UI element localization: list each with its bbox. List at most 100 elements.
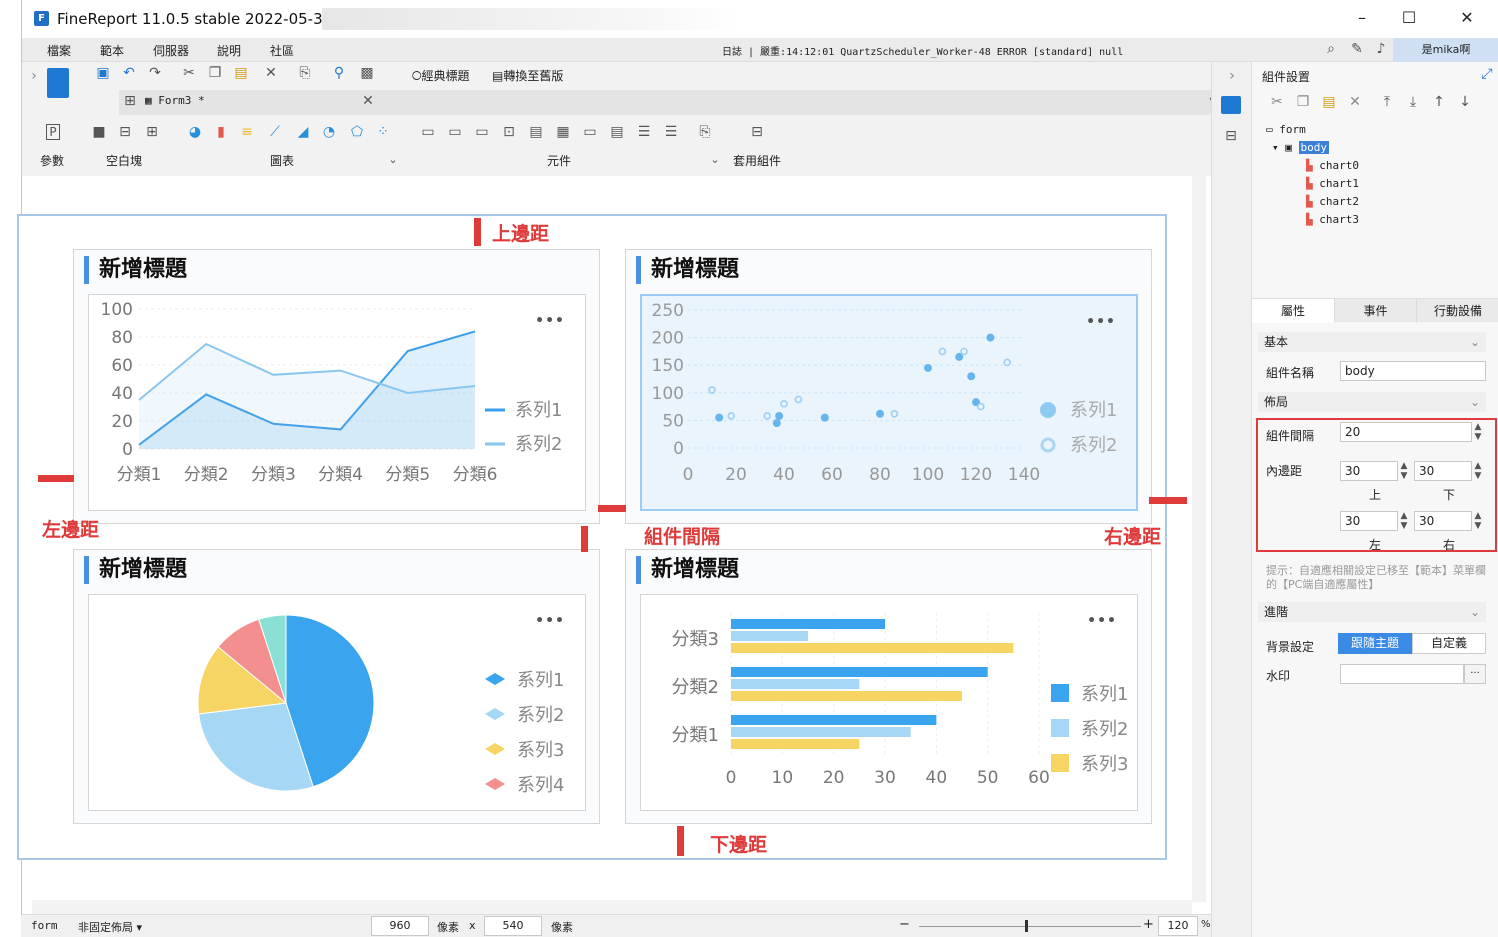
hbar-chart-icon[interactable]: ≡: [238, 124, 256, 142]
checkbox-widget-icon[interactable]: ☰: [635, 124, 653, 142]
textarea-widget-icon[interactable]: ▤: [608, 124, 626, 142]
padding-right-spinner[interactable]: ▲ ▼: [1472, 511, 1484, 531]
scatter-chart-icon[interactable]: ⁘: [374, 124, 392, 142]
tree-chart0[interactable]: ▙ chart0: [1306, 159, 1359, 172]
move-bottom-icon[interactable]: ⤓: [1404, 94, 1422, 112]
horizontal-scrollbar[interactable]: [32, 900, 1192, 914]
padding-bottom-input[interactable]: 30: [1414, 461, 1472, 481]
tree-body[interactable]: ▾ ▣ body: [1272, 141, 1329, 154]
shared-component-icon[interactable]: ⊟: [748, 124, 766, 142]
section-layout[interactable]: 佈局 ⌄: [1258, 392, 1486, 412]
tab-events[interactable]: 事件: [1334, 299, 1416, 323]
button-widget-icon[interactable]: ▭: [419, 124, 437, 142]
paste-icon[interactable]: ▤: [232, 65, 250, 83]
component-settings-icon[interactable]: [1221, 96, 1241, 114]
cut-icon[interactable]: ✂: [180, 65, 198, 83]
bar-chart-icon[interactable]: ▮: [212, 124, 230, 142]
textbox-widget-icon[interactable]: ▭: [473, 124, 491, 142]
watermark-more-icon[interactable]: ···: [1464, 664, 1486, 684]
move-down-icon[interactable]: ↓: [1456, 94, 1474, 112]
width-input[interactable]: 960: [371, 916, 429, 936]
chart-card-3[interactable]: 新增標題 ••• 0 10 20 30 40 50 60 分類3 分類2 分類1 系列1 系列2 系列3: [625, 549, 1152, 824]
preview-icon[interactable]: ⎘: [296, 65, 314, 83]
collapse-arrow-icon[interactable]: ›: [25, 68, 43, 86]
classic-title-button[interactable]: 🞅經典標題: [412, 67, 470, 84]
widget-dropdown-icon[interactable]: ⌄: [706, 152, 724, 170]
combo-widget-icon[interactable]: ⊡: [500, 124, 518, 142]
minimize-icon[interactable]: –: [1352, 8, 1372, 28]
radar-chart-icon[interactable]: ⬠: [348, 124, 366, 142]
gauge-chart-icon[interactable]: ◔: [320, 124, 338, 142]
chart-card-1[interactable]: 新增標題 ••• 0 50 100 150 200 250 0 20 40 60 80 100 120 1…: [625, 249, 1152, 524]
follow-theme-button[interactable]: 跟隨主題: [1338, 633, 1412, 654]
chart-card-2[interactable]: 新增標題 ••• 系列1 系列2 系列3 系列4: [73, 549, 600, 824]
panel-delete-icon[interactable]: ✕: [1346, 94, 1364, 112]
template-icon[interactable]: [47, 68, 69, 98]
vertical-scrollbar[interactable]: [1192, 176, 1206, 902]
number-widget-icon[interactable]: ▭: [581, 124, 599, 142]
close-icon[interactable]: ✕: [1457, 8, 1477, 28]
tab-mobile[interactable]: 行動設備: [1416, 299, 1498, 323]
date-widget-icon[interactable]: ▦: [554, 124, 572, 142]
zoom-input[interactable]: 120: [1158, 916, 1198, 936]
zoom-in-icon[interactable]: +: [1143, 917, 1154, 932]
blank-block-icon[interactable]: ■: [90, 124, 108, 142]
copy-icon[interactable]: ❐: [206, 65, 224, 83]
menu-file[interactable]: 檔案: [47, 42, 71, 59]
panel-copy-icon[interactable]: ❐: [1294, 94, 1312, 112]
padding-top-input[interactable]: 30: [1340, 461, 1398, 481]
parameter-icon[interactable]: P: [46, 124, 60, 140]
panel-cut-icon[interactable]: ✂: [1268, 94, 1286, 112]
log-message[interactable]: 日誌 | 嚴重:14:12:01 QuartzScheduler_Worker-…: [722, 43, 1123, 58]
tree-root-form[interactable]: ▭ form: [1266, 123, 1306, 136]
line-chart-icon[interactable]: ⟋: [266, 124, 284, 142]
redo-icon[interactable]: ↷: [146, 65, 164, 83]
height-input[interactable]: 540: [484, 916, 542, 936]
grid-icon[interactable]: ⊞: [121, 93, 139, 111]
watermark-input[interactable]: [1340, 664, 1464, 684]
tab-properties[interactable]: 屬性: [1252, 299, 1334, 323]
menu-help[interactable]: 說明: [217, 42, 241, 59]
section-advanced[interactable]: 進階 ⌄: [1258, 602, 1486, 622]
more-icon[interactable]: •••: [1086, 314, 1116, 330]
tree-chart3[interactable]: ▙ chart3: [1306, 213, 1359, 226]
plugin-icon[interactable]: ⚲: [330, 65, 348, 83]
zoom-out-icon[interactable]: −: [899, 917, 910, 932]
tree-chart2[interactable]: ▙ chart2: [1306, 195, 1359, 208]
bell-icon[interactable]: ♪: [1372, 41, 1390, 59]
move-up-icon[interactable]: ↑: [1430, 94, 1448, 112]
panel-paste-icon[interactable]: ▤: [1320, 94, 1338, 112]
custom-button[interactable]: 自定義: [1412, 633, 1486, 654]
padding-right-input[interactable]: 30: [1414, 511, 1472, 531]
chart-dropdown-icon[interactable]: ⌄: [384, 152, 402, 170]
pin-icon[interactable]: ⤢: [1478, 66, 1496, 84]
gap-spinner[interactable]: ▲ ▼: [1472, 422, 1484, 442]
zoom-slider[interactable]: [919, 926, 1141, 927]
layout-icon[interactable]: ⊟: [1222, 128, 1240, 146]
chart-card-0[interactable]: 新增標題 ••• 0 20 40 60 80 100 分類1 分類2 分類3 分類4 分類5 分類6 系…: [73, 249, 600, 524]
gap-input[interactable]: 20: [1340, 422, 1472, 442]
more-icon[interactable]: •••: [535, 613, 565, 629]
padding-top-spinner[interactable]: ▲ ▼: [1398, 461, 1410, 481]
search-icon[interactable]: ⌕: [1322, 41, 1340, 59]
undo-icon[interactable]: ↶: [120, 65, 138, 83]
more-icon[interactable]: •••: [535, 313, 565, 329]
section-basic[interactable]: 基本 ⌄: [1258, 332, 1486, 352]
switch-old-button[interactable]: ▤轉換至舊版: [492, 67, 563, 84]
delete-icon[interactable]: ✕: [262, 65, 280, 83]
menu-community[interactable]: 社區: [270, 42, 294, 59]
tab-form3[interactable]: ▦ Form3 *: [145, 94, 205, 107]
name-input[interactable]: body: [1340, 361, 1486, 381]
tab-close-icon[interactable]: ✕: [359, 93, 377, 111]
save-icon[interactable]: ▣: [94, 65, 112, 83]
move-top-icon[interactable]: ⤒: [1378, 94, 1396, 112]
tree-chart1[interactable]: ▙ chart1: [1306, 177, 1359, 190]
search-widget-icon[interactable]: ⎘: [696, 124, 714, 142]
tab-block-icon[interactable]: ⊟: [116, 124, 134, 142]
menu-server[interactable]: 伺服器: [153, 42, 189, 59]
pie-chart-icon[interactable]: ◕: [186, 124, 204, 142]
radio-widget-icon[interactable]: ☰: [662, 124, 680, 142]
more-icon[interactable]: •••: [1087, 613, 1117, 629]
padding-left-spinner[interactable]: ▲ ▼: [1398, 511, 1410, 531]
zoom-slider-handle[interactable]: [1025, 920, 1028, 932]
